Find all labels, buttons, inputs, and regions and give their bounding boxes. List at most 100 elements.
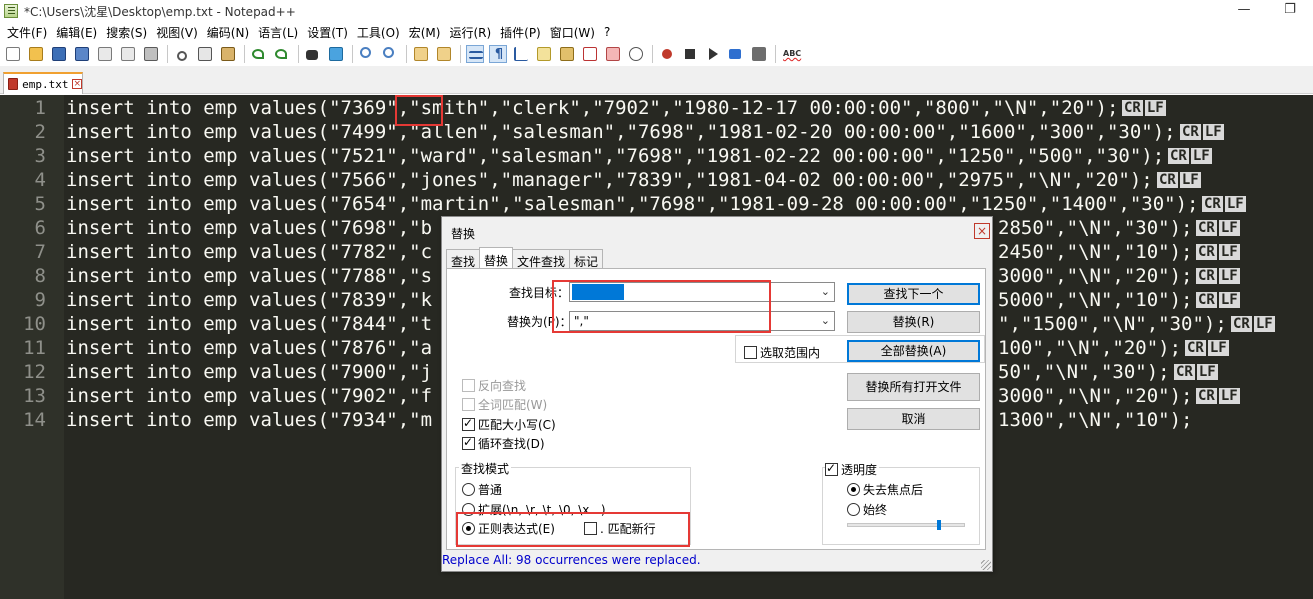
macro-record-icon[interactable] [658,45,676,63]
tab-emp-txt[interactable]: emp.txt × [3,72,83,94]
eol-cr-marker: CR [1180,124,1201,140]
line-text-tail: 5000","\N","10"); [998,289,1193,311]
transparency-label: 透明度 [841,463,878,477]
maximize-button[interactable]: ❐ [1267,0,1313,22]
line-text: insert into emp values("7782","c [66,241,433,263]
line-text-tail: 100","\N","20"); [998,337,1182,359]
sync-horizontal-icon[interactable] [435,45,453,63]
save-all-icon[interactable] [73,45,91,63]
indent-guide-icon[interactable] [512,45,530,63]
wrap-around-checkbox[interactable]: 循环查找(D) [462,435,545,452]
spell-check-label: ABC [783,49,802,58]
editor-line[interactable]: 2 insert into emp values("7499","allen","… [0,120,1313,144]
cancel-button[interactable]: 取消 [847,408,980,430]
toolbar-separator [652,45,653,63]
eol-marker-group: CR LF [1194,240,1240,264]
tab-find[interactable]: 查找 [446,249,481,269]
word-wrap-icon[interactable] [466,45,484,63]
menu-macro[interactable]: 宏(M) [406,24,447,41]
menu-view[interactable]: 视图(V) [153,24,204,41]
dialog-close-button[interactable]: × [974,223,990,239]
tab-find-in-files[interactable]: 文件查找 [512,249,571,269]
match-case-checkbox[interactable]: 匹配大小写(C) [462,416,556,433]
user-defined-language-icon[interactable] [535,45,553,63]
notepadpp-app-icon [4,4,18,18]
line-text-tail: ","1500","\N","30"); [998,313,1227,335]
show-all-characters-icon[interactable]: ¶ [489,45,507,63]
menu-language[interactable]: 语言(L) [255,24,304,41]
close-file-icon[interactable] [96,45,114,63]
backward-checkbox[interactable]: 反向查找 [462,377,526,394]
line-number: 6 [34,217,46,239]
menu-encoding[interactable]: 编码(N) [204,24,255,41]
replace-button[interactable]: 替换(R) [847,311,980,333]
document-map-icon[interactable] [558,45,576,63]
close-all-icon[interactable] [119,45,137,63]
zoom-out-icon[interactable] [381,45,399,63]
save-icon[interactable] [50,45,68,63]
line-text: insert into emp values("7499","allen","s… [66,121,1176,143]
in-selection-checkbox[interactable]: 选取范围内 [744,344,820,361]
tab-replace[interactable]: 替换 [479,247,514,269]
mode-normal-radio[interactable]: 普通 [462,481,502,498]
replace-dropdown-arrow-icon[interactable]: ⌄ [821,312,830,330]
menu-help[interactable]: ? [601,25,616,39]
menu-tools[interactable]: 工具(O) [354,24,406,41]
transparency-on-lose-focus-radio[interactable]: 失去焦点后 [847,481,923,498]
find-icon[interactable] [304,45,322,63]
replace-icon[interactable] [327,45,345,63]
macro-play-icon[interactable] [704,45,722,63]
find-next-button[interactable]: 查找下一个 [847,283,980,305]
line-text: insert into emp values("7788","s [66,265,433,287]
menu-window[interactable]: 窗口(W) [547,24,601,41]
monitoring-eye-icon[interactable] [627,45,645,63]
eol-lf-marker: LF [1218,268,1240,284]
resize-grip-icon[interactable] [981,560,991,570]
editor-line[interactable]: 3 insert into emp values("7521","ward","s… [0,144,1313,168]
undo-icon[interactable] [250,45,268,63]
macro-stop-icon[interactable] [681,45,699,63]
eol-lf-marker: LF [1144,100,1166,116]
copy-icon[interactable] [196,45,214,63]
paste-icon[interactable] [219,45,237,63]
spell-check-icon[interactable]: ABC [781,45,802,63]
transparency-always-radio[interactable]: 始终 [847,501,887,518]
minimize-button[interactable]: — [1221,0,1267,22]
editor-line[interactable]: 4 insert into emp values("7566","jones","… [0,168,1313,192]
folder-as-workspace-icon[interactable] [604,45,622,63]
transparency-slider-thumb[interactable] [937,520,942,530]
menu-edit[interactable]: 编辑(E) [53,24,103,41]
new-file-icon[interactable] [4,45,22,63]
on-lose-focus-dot [847,483,860,496]
macro-save-icon[interactable] [750,45,768,63]
eol-lf-marker: LF [1190,148,1212,164]
line-text-tail: 50","\N","30"); [998,361,1170,383]
editor-line[interactable]: 1 insert into emp values("7369","smith","… [0,96,1313,120]
sync-vertical-icon[interactable] [412,45,430,63]
whole-word-checkbox[interactable]: 全词匹配(W) [462,396,547,413]
open-file-icon[interactable] [27,45,45,63]
transparency-checkbox[interactable]: 透明度 [825,461,880,478]
replace-all-open-docs-button[interactable]: 替换所有打开文件 [847,373,980,401]
unsaved-file-icon [8,78,19,90]
zoom-in-icon[interactable] [358,45,376,63]
line-text: insert into emp values("7839","k [66,289,433,311]
menu-plugins[interactable]: 插件(P) [497,24,547,41]
editor-line[interactable]: 5 insert into emp values("7654","martin",… [0,192,1313,216]
redo-icon[interactable] [273,45,291,63]
cut-icon[interactable] [173,45,191,63]
print-icon[interactable] [142,45,160,63]
replace-all-button[interactable]: 全部替换(A) [847,340,980,362]
tab-close-icon[interactable]: × [72,79,82,89]
menu-run[interactable]: 运行(R) [446,24,497,41]
find-dropdown-arrow-icon[interactable]: ⌄ [821,283,830,301]
macro-run-multiple-icon[interactable] [727,45,745,63]
menu-settings[interactable]: 设置(T) [304,24,354,41]
toolbar: ¶ ABC [0,42,1313,66]
menu-search[interactable]: 搜索(S) [103,24,153,41]
transparency-slider[interactable] [847,523,965,527]
menu-file[interactable]: 文件(F) [4,24,53,41]
function-list-icon[interactable] [581,45,599,63]
eol-cr-marker: CR [1174,364,1195,380]
tab-mark[interactable]: 标记 [569,249,604,269]
